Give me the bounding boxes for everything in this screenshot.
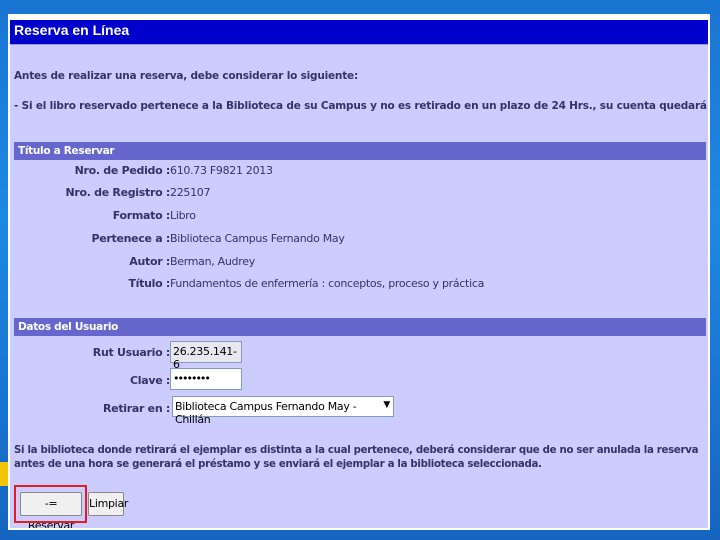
titulo-field-label: Nro. de Registro : [65,186,170,199]
limpiar-button[interactable]: Limpiar [88,492,128,516]
titulo-field-value: Biblioteca Campus Fernando May [170,232,345,245]
page-title: Reserva en Línea [14,22,130,38]
rut-label: Rut Usuario : [92,346,171,359]
titulo-field-label: Autor : [129,255,170,268]
dropdown-arrow-icon[interactable]: ▼ [383,400,390,410]
retirar-select-value: Biblioteca Campus Fernando May - Chillán [175,400,357,426]
intro-text: Antes de realizar una reserva, debe cons… [14,70,358,82]
retirar-label: Retirar en : [103,402,170,415]
clave-input[interactable]: •••••••• [170,368,242,390]
titulo-field-value: Berman, Audrey [170,255,255,268]
titulo-field-label: Nro. de Pedido : [74,164,171,177]
titulo-field-value: Libro [170,209,196,222]
titulo-field-value: Fundamentos de enfermería : conceptos, p… [170,277,485,290]
titulo-field-label: Pertenece a : [91,232,170,245]
titulo-field-value: 225107 [170,186,211,199]
section-titulo: Título a Reservar [14,142,706,160]
info-text: Si la biblioteca donde retirará el ejemp… [14,445,699,470]
titulo-field-label: Título : [128,277,170,290]
title-bar: Reserva en Línea [10,16,708,45]
reservar-highlight-box [14,485,87,523]
titulo-field-value: 610.73 F9821 2013 [170,164,273,177]
reservation-panel: Reserva en Línea Antes de realizar una r… [8,14,710,530]
rule-text: - Si el libro reservado pertenece a la B… [14,100,708,112]
clave-label: Clave : [129,374,170,387]
rut-input[interactable]: 26.235.141-6 [170,341,242,371]
titulo-field-label: Formato : [112,209,171,222]
retirar-select[interactable]: Biblioteca Campus Fernando May - Chillán… [172,396,394,426]
section-usuario: Datos del Usuario [14,318,706,336]
